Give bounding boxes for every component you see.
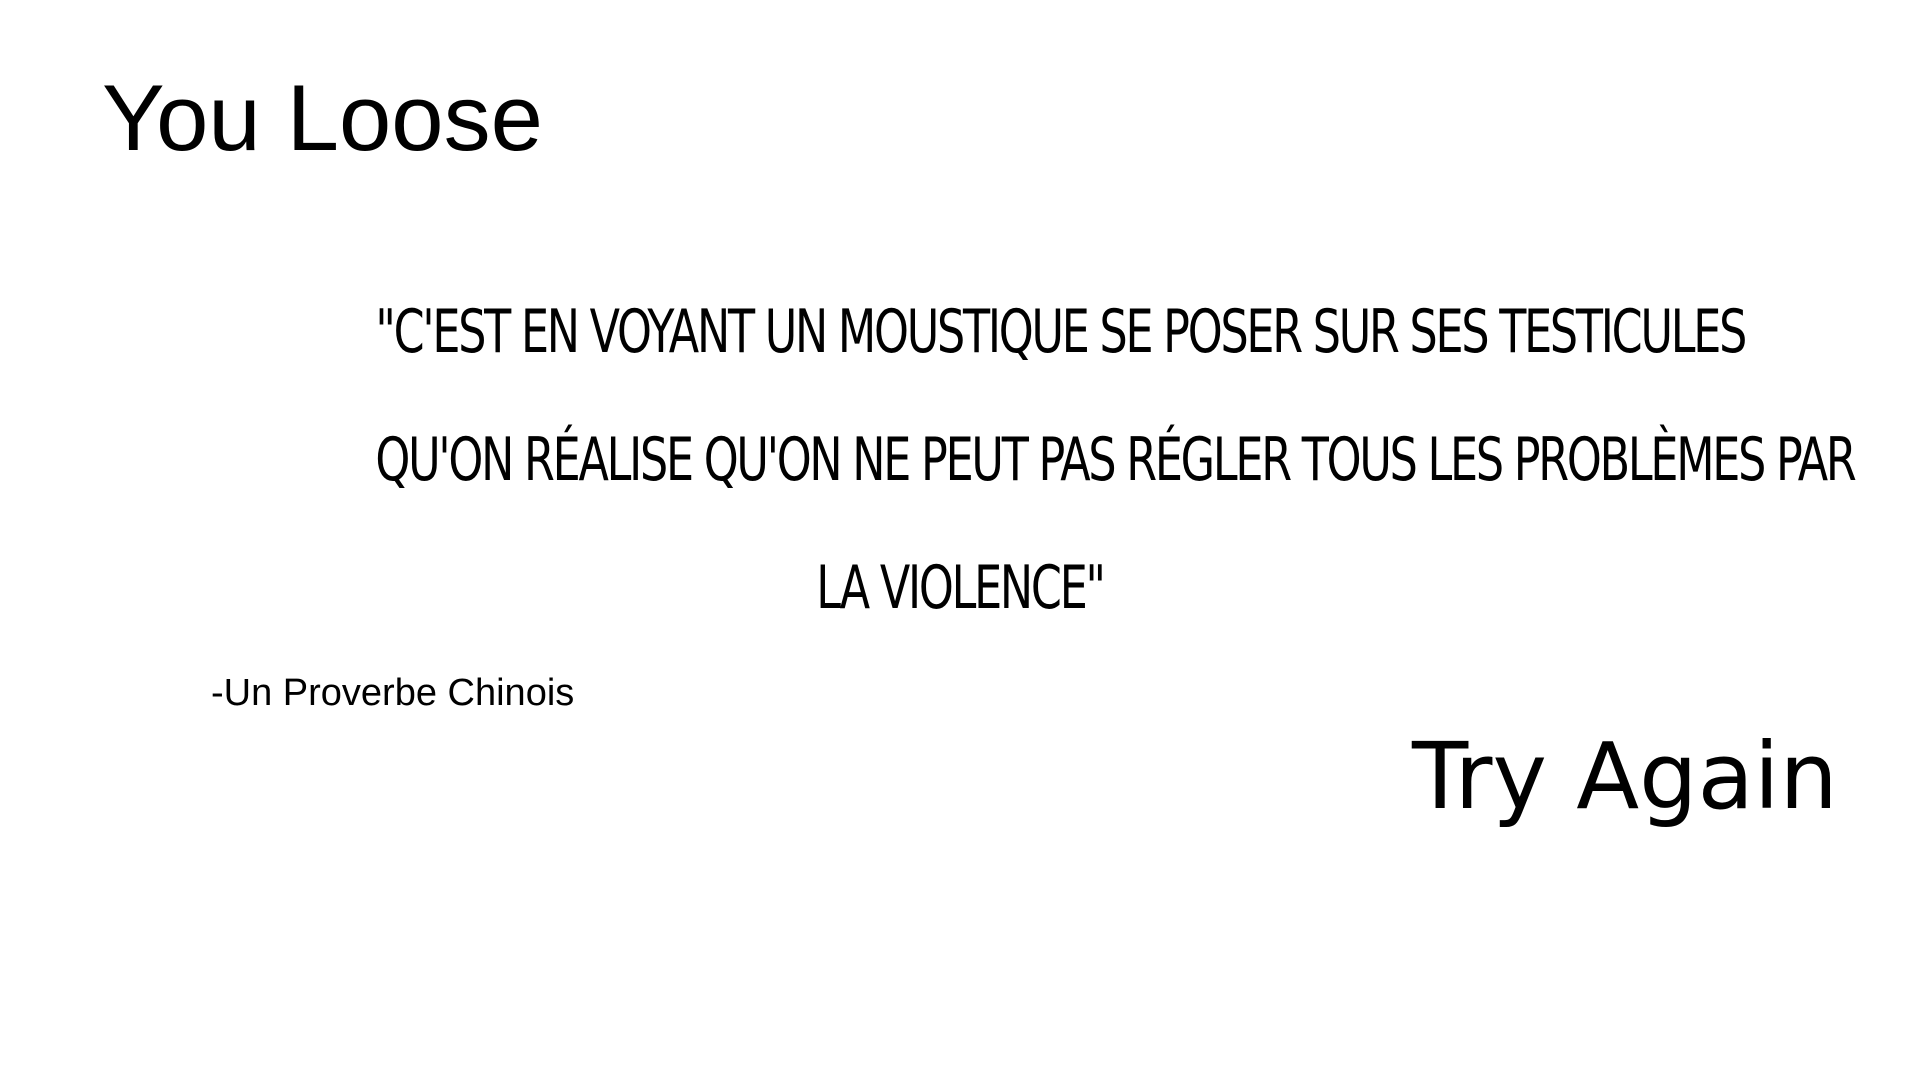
quote-line-3: LA VIOLENCE" [816,553,1106,623]
quote-line-2: QU'ON RÉALISE QU'ON NE PEUT PAS RÉGLER T… [375,425,1856,495]
game-over-title: You Loose [102,65,543,170]
quote-author: -Un Proverbe Chinois [211,672,575,714]
game-over-screen: You Loose "C'EST EN VOYANT UN MOUSTIQUE … [0,0,1920,1080]
quote-line-1: "C'EST EN VOYANT UN MOUSTIQUE SE POSER S… [375,297,1747,367]
proverb-quote: "C'EST EN VOYANT UN MOUSTIQUE SE POSER S… [375,268,1856,652]
try-again-button[interactable]: Try Again [1412,722,1838,832]
